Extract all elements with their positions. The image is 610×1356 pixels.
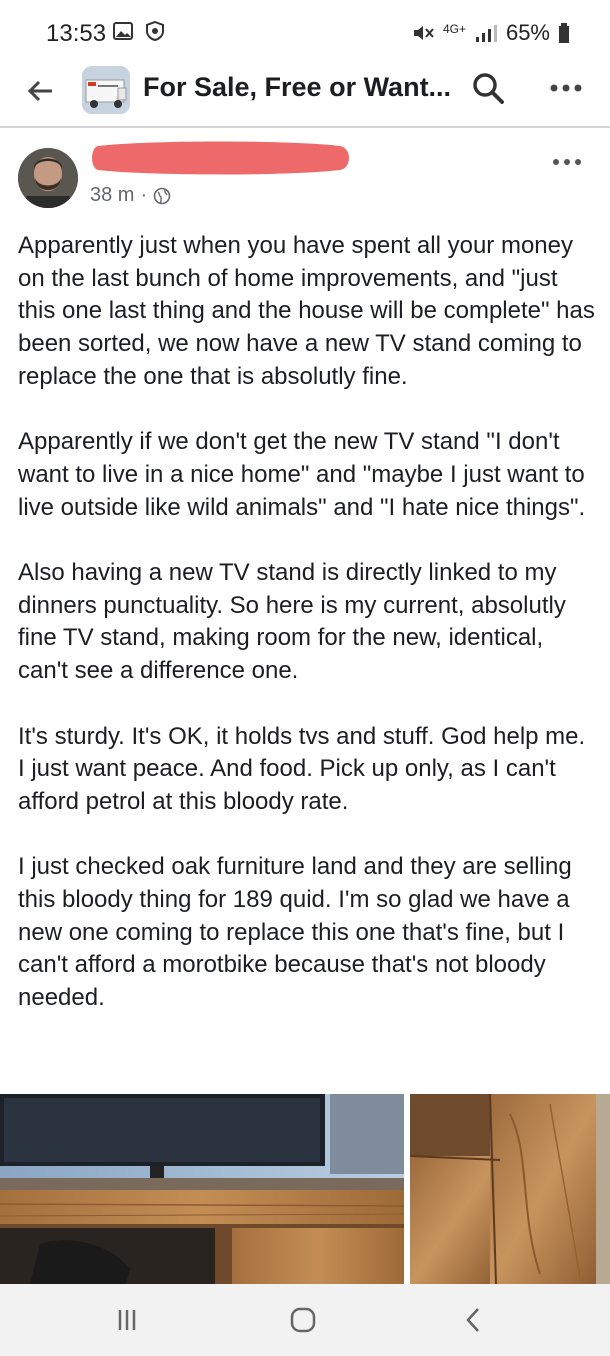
avatar[interactable] <box>18 148 78 208</box>
gallery-icon <box>113 22 133 40</box>
post-paragraph: Also having a new TV stand is directly l… <box>18 559 566 685</box>
post-paragraph: I just checked oak furniture land and th… <box>18 853 572 1012</box>
photo-tv-stand[interactable] <box>0 1094 404 1284</box>
post-paragraph: It's sturdy. It's OK, it holds tvs and s… <box>18 722 586 815</box>
status-bar: 13:53 4G+ 65% <box>0 0 610 62</box>
network-label: 4G+ <box>442 22 466 36</box>
group-avatar[interactable] <box>82 66 130 114</box>
system-nav-bar <box>0 1284 610 1356</box>
globe-icon <box>153 187 171 204</box>
mute-icon <box>413 26 434 40</box>
back-icon[interactable] <box>462 1306 484 1334</box>
battery-percent: 65% <box>505 20 550 45</box>
post-photos <box>0 1094 610 1284</box>
group-title[interactable]: For Sale, Free or Want... <box>143 72 451 103</box>
photo-stand-corner[interactable] <box>410 1094 610 1284</box>
back-arrow-icon[interactable] <box>26 76 56 106</box>
recent-apps-icon[interactable] <box>112 1308 142 1332</box>
post-time[interactable]: 38 m <box>90 184 134 207</box>
author-name-redacted <box>92 141 349 175</box>
post-meta: 38 m · <box>90 184 171 207</box>
post-paragraph: Apparently just when you have spent all … <box>18 232 595 390</box>
home-icon[interactable] <box>288 1306 318 1334</box>
shield-icon <box>146 20 164 42</box>
app-header: For Sale, Free or Want... <box>0 62 610 128</box>
post-header: 38 m · <box>0 140 610 216</box>
battery-icon <box>559 23 569 43</box>
post-text: Apparently just when you have spent all … <box>18 230 598 1048</box>
signal-icon <box>475 25 497 42</box>
search-icon[interactable] <box>470 70 506 106</box>
more-icon[interactable] <box>548 76 584 100</box>
meta-separator: · <box>140 184 148 206</box>
status-time: 13:53 <box>46 20 107 47</box>
post-options-icon[interactable] <box>552 154 582 170</box>
post-paragraph: Apparently if we don't get the new TV st… <box>18 428 586 521</box>
